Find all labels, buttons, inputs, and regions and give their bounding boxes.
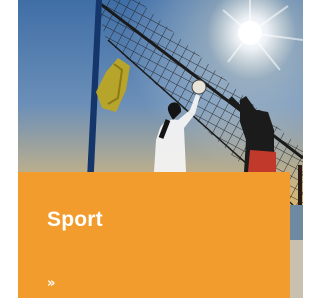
category-title: Sport [47, 208, 103, 231]
more-link-arrows-icon[interactable]: » [47, 277, 55, 290]
category-card[interactable]: Sport » [18, 172, 290, 298]
category-tile-sport[interactable]: Sport » [18, 0, 303, 298]
